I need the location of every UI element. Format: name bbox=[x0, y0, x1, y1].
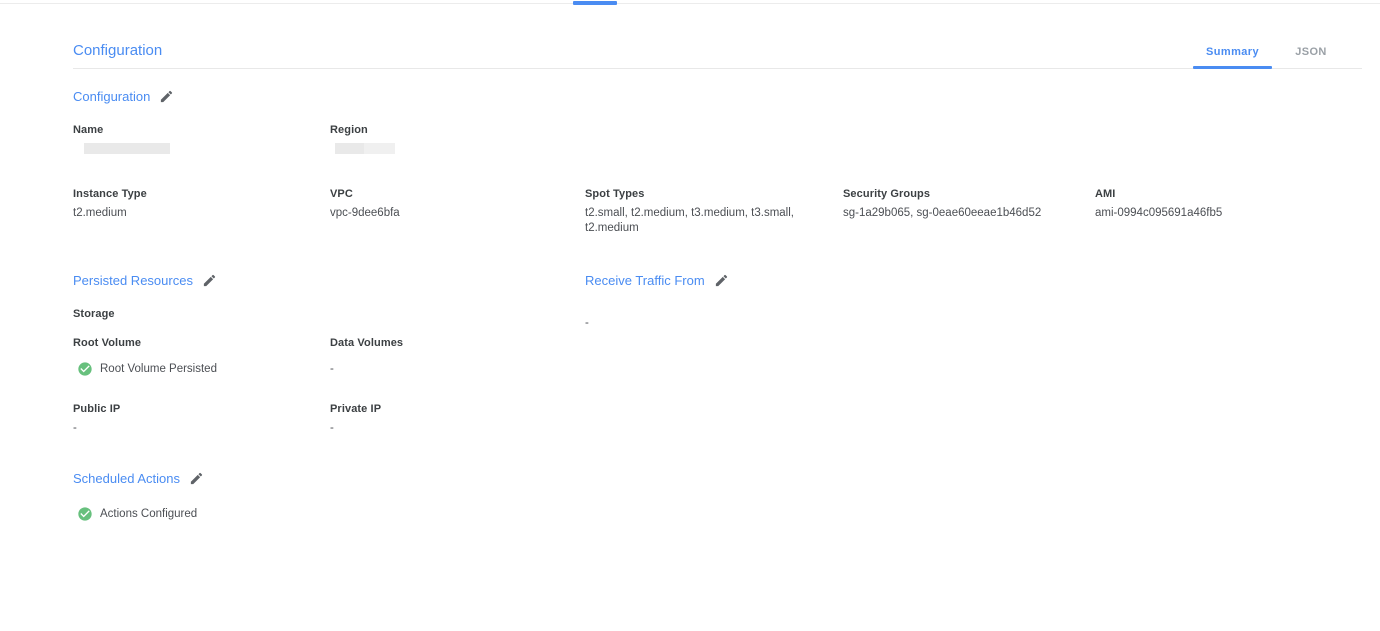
region-value-redacted bbox=[335, 143, 364, 154]
persisted-resources-section-header: Persisted Resources bbox=[73, 273, 217, 288]
tab-summary[interactable]: Summary bbox=[1193, 46, 1272, 62]
spot-types-label: Spot Types bbox=[585, 188, 644, 200]
ami-value: ami-0994c095691a46fb5 bbox=[1095, 206, 1222, 221]
vpc-value: vpc-9dee6bfa bbox=[330, 206, 400, 221]
check-circle-icon bbox=[77, 361, 93, 377]
receive-traffic-section-header: Receive Traffic From bbox=[585, 273, 729, 288]
summary-tab-underline bbox=[1193, 66, 1272, 69]
root-volume-status-text: Root Volume Persisted bbox=[100, 363, 217, 375]
receive-traffic-section-title: Receive Traffic From bbox=[585, 273, 705, 288]
check-circle-icon bbox=[77, 506, 93, 522]
scheduled-actions-status-row: Actions Configured bbox=[77, 506, 197, 522]
ami-label: AMI bbox=[1095, 188, 1115, 200]
configuration-section-title: Configuration bbox=[73, 89, 150, 104]
public-ip-label: Public IP bbox=[73, 403, 120, 415]
vpc-label: VPC bbox=[330, 188, 353, 200]
instance-type-label: Instance Type bbox=[73, 188, 147, 200]
persisted-resources-section-title: Persisted Resources bbox=[73, 273, 193, 288]
configuration-section-header: Configuration bbox=[73, 89, 174, 104]
scheduled-actions-status-text: Actions Configured bbox=[100, 508, 197, 520]
root-volume-label: Root Volume bbox=[73, 337, 141, 349]
name-label: Name bbox=[73, 124, 103, 136]
receive-traffic-value: - bbox=[585, 316, 589, 331]
private-ip-label: Private IP bbox=[330, 403, 381, 415]
top-active-tab-indicator bbox=[573, 1, 617, 5]
edit-scheduled-actions-icon[interactable] bbox=[189, 471, 204, 486]
top-tabbar-divider bbox=[0, 3, 1380, 4]
data-volumes-label: Data Volumes bbox=[330, 337, 403, 349]
scheduled-actions-section-header: Scheduled Actions bbox=[73, 471, 204, 486]
region-label: Region bbox=[330, 124, 368, 136]
header-divider bbox=[73, 68, 1362, 69]
private-ip-value: - bbox=[330, 421, 334, 436]
data-volumes-value: - bbox=[330, 362, 334, 377]
tab-json[interactable]: JSON bbox=[1276, 46, 1346, 62]
security-groups-label: Security Groups bbox=[843, 188, 930, 200]
security-groups-value: sg-1a29b065, sg-0eae60eeae1b46d52 bbox=[843, 206, 1041, 221]
edit-configuration-icon[interactable] bbox=[159, 89, 174, 104]
public-ip-value: - bbox=[73, 421, 77, 436]
instance-type-value: t2.medium bbox=[73, 206, 127, 221]
name-value-redacted bbox=[84, 143, 170, 154]
storage-heading: Storage bbox=[73, 308, 115, 320]
configuration-page: Configuration Summary JSON Configuration… bbox=[0, 0, 1380, 631]
root-volume-status-row: Root Volume Persisted bbox=[77, 361, 217, 377]
page-title: Configuration bbox=[73, 42, 162, 59]
spot-types-value: t2.small, t2.medium, t3.medium, t3.small… bbox=[585, 206, 820, 236]
region-value-redacted bbox=[364, 143, 395, 154]
edit-persisted-resources-icon[interactable] bbox=[202, 273, 217, 288]
edit-receive-traffic-icon[interactable] bbox=[714, 273, 729, 288]
scheduled-actions-section-title: Scheduled Actions bbox=[73, 471, 180, 486]
